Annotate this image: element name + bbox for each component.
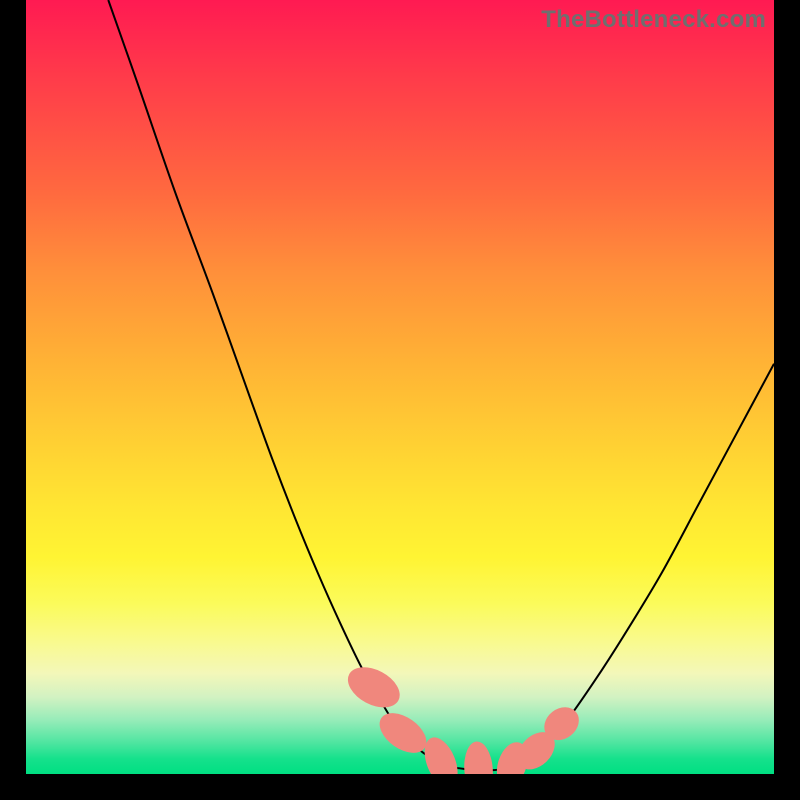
marker-valley-b	[462, 741, 494, 774]
marker-left-low	[341, 659, 406, 716]
chart-frame	[26, 0, 774, 774]
watermark-text: TheBottleneck.com	[541, 6, 766, 34]
bottleneck-curve	[26, 0, 774, 774]
curve-line	[108, 0, 774, 770]
